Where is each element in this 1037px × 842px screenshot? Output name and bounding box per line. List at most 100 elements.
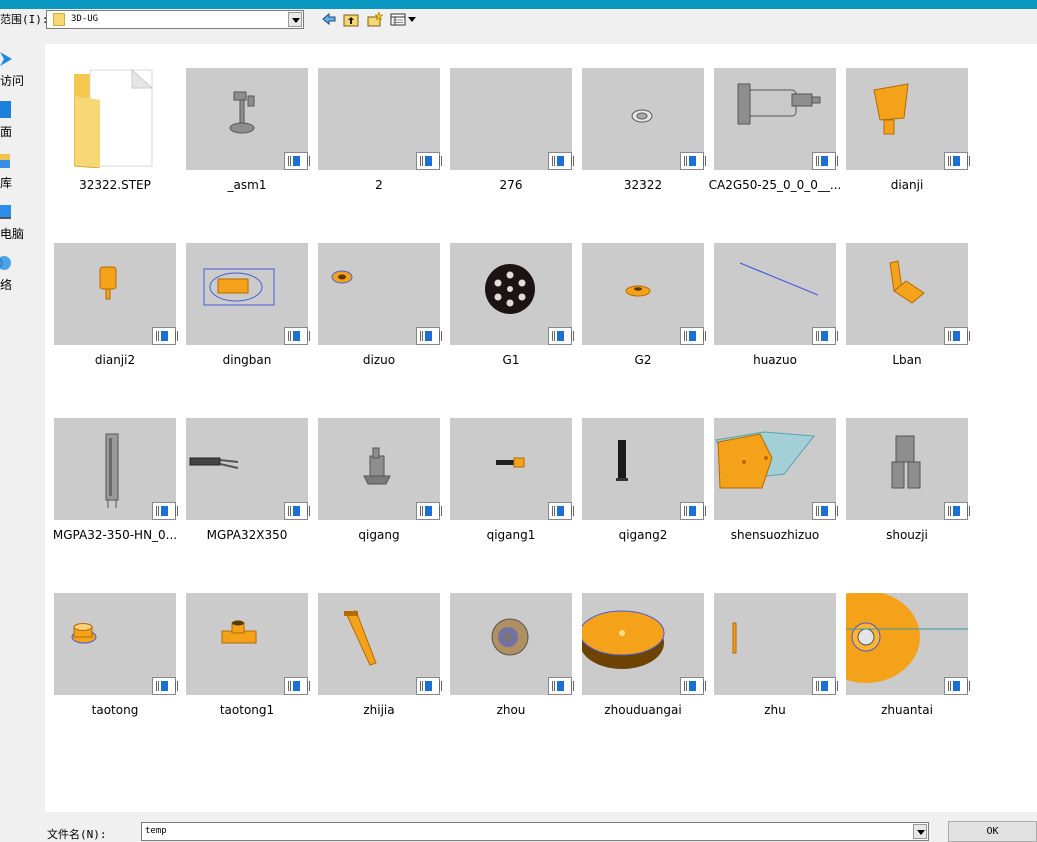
filename-input[interactable]: temp <box>141 822 929 841</box>
ok-button[interactable]: OK <box>948 821 1037 842</box>
file-item[interactable]: huazuo <box>714 243 838 383</box>
view-menu-icon[interactable] <box>389 11 417 28</box>
file-name-label: G1 <box>502 353 520 367</box>
nx-part-badge-icon <box>284 677 310 695</box>
part-preview-icon <box>450 68 572 160</box>
nx-part-badge-icon <box>680 327 706 345</box>
file-item[interactable]: MGPA32X350 <box>186 418 310 558</box>
file-item[interactable]: qigang <box>318 418 442 558</box>
file-item[interactable]: G1 <box>450 243 574 383</box>
file-item[interactable]: 32322 <box>582 68 706 208</box>
part-thumbnail <box>186 243 310 345</box>
nx-part-badge-icon <box>284 502 310 520</box>
file-item[interactable]: dianji <box>846 68 970 208</box>
place-libraries[interactable]: 库 <box>0 152 24 197</box>
look-in-label: 范围(I): <box>0 13 49 26</box>
nx-part-badge-icon <box>416 152 442 170</box>
file-item[interactable]: dizuo <box>318 243 442 383</box>
nx-part-badge-icon <box>152 327 178 345</box>
file-item[interactable]: G2 <box>582 243 706 383</box>
place-network[interactable]: 络 <box>0 254 24 299</box>
nx-part-badge-icon <box>812 152 838 170</box>
file-name-label: 32322 <box>623 178 663 192</box>
file-name-label: shouzji <box>886 528 928 542</box>
up-folder-icon[interactable] <box>342 11 360 28</box>
file-name-label: taotong <box>91 703 139 717</box>
part-thumbnail <box>318 243 442 345</box>
file-item[interactable]: zhijia <box>318 593 442 733</box>
nx-part-badge-icon <box>416 327 442 345</box>
file-name-label: 2 <box>375 178 383 192</box>
back-arrow-icon[interactable] <box>320 11 338 28</box>
chevron-down-icon[interactable] <box>288 12 302 27</box>
part-thumbnail <box>714 418 838 520</box>
place-desktop[interactable]: 面 <box>0 101 24 146</box>
chevron-down-icon[interactable] <box>913 824 927 839</box>
part-preview-icon <box>737 83 821 125</box>
file-name-label: dianji2 <box>94 353 136 367</box>
file-name-label: 276 <box>499 178 523 192</box>
nx-part-badge-icon <box>680 502 706 520</box>
file-name-label: dianji <box>890 178 924 192</box>
file-name-label: G2 <box>634 353 652 367</box>
library-icon <box>0 154 10 168</box>
file-item[interactable]: qigang2 <box>582 418 706 558</box>
part-preview-icon <box>344 610 377 666</box>
nx-part-badge-icon <box>944 152 970 170</box>
file-item[interactable]: shensuozhizuo <box>714 418 838 558</box>
part-thumbnail <box>846 593 970 695</box>
star-icon <box>0 52 12 66</box>
file-name-label: shensuozhizuo <box>730 528 820 542</box>
folder-icon <box>53 13 65 26</box>
place-quick-access[interactable]: 访问 <box>0 50 24 95</box>
part-preview-icon <box>715 431 815 489</box>
file-item[interactable]: _asm1 <box>186 68 310 208</box>
part-preview-icon <box>616 440 628 481</box>
file-item[interactable]: shouzji <box>846 418 970 558</box>
part-thumbnail <box>846 243 970 345</box>
file-item[interactable]: taotong <box>54 593 178 733</box>
part-thumbnail <box>318 593 442 695</box>
file-item[interactable]: MGPA32-350-HN_0... <box>53 418 178 558</box>
nx-part-badge-icon <box>152 677 178 695</box>
nx-part-badge-icon <box>548 152 574 170</box>
file-item[interactable]: zhu <box>714 593 838 733</box>
folder-icon <box>74 68 154 168</box>
file-item[interactable]: 276 <box>450 68 574 208</box>
part-thumbnail <box>582 593 706 695</box>
look-in-combo[interactable]: 3D-UG <box>46 10 304 29</box>
file-item[interactable]: dingban <box>186 243 310 383</box>
file-name-label: MGPA32-350-HN_0... <box>52 528 178 542</box>
part-preview-icon <box>889 260 925 304</box>
file-item[interactable]: zhou <box>450 593 574 733</box>
folder-item[interactable]: 32322.STEP <box>54 68 178 208</box>
filename-value: temp <box>145 826 167 836</box>
file-item[interactable]: zhouduangai <box>582 593 706 733</box>
file-item[interactable]: CA2G50-25_0_0_0__... <box>709 68 841 208</box>
new-folder-icon[interactable] <box>366 11 384 28</box>
computer-icon <box>0 205 11 219</box>
file-item[interactable]: qigang1 <box>450 418 574 558</box>
part-preview-icon <box>491 618 529 656</box>
part-preview-icon <box>496 457 525 468</box>
network-icon <box>0 256 11 270</box>
part-thumbnail <box>54 593 178 695</box>
file-item[interactable]: zhuantai <box>846 593 970 733</box>
file-item[interactable]: 2 <box>318 68 442 208</box>
nx-part-badge-icon <box>680 677 706 695</box>
nx-part-badge-icon <box>416 677 442 695</box>
place-computer[interactable]: 电脑 <box>0 203 24 248</box>
part-preview-icon <box>318 68 440 160</box>
window-title-bar <box>0 0 1037 9</box>
file-item[interactable]: taotong1 <box>186 593 310 733</box>
part-preview-icon <box>739 262 819 296</box>
file-name-label: CA2G50-25_0_0_0__... <box>708 178 842 192</box>
file-item[interactable]: dianji2 <box>54 243 178 383</box>
file-name-label: _asm1 <box>227 178 267 192</box>
file-name-label: zhou <box>496 703 526 717</box>
nx-part-badge-icon <box>284 327 310 345</box>
places-bar: 访问 面 库 电脑 络 <box>0 44 45 842</box>
part-thumbnail <box>582 418 706 520</box>
part-preview-icon <box>229 91 255 134</box>
file-item[interactable]: Lban <box>846 243 970 383</box>
